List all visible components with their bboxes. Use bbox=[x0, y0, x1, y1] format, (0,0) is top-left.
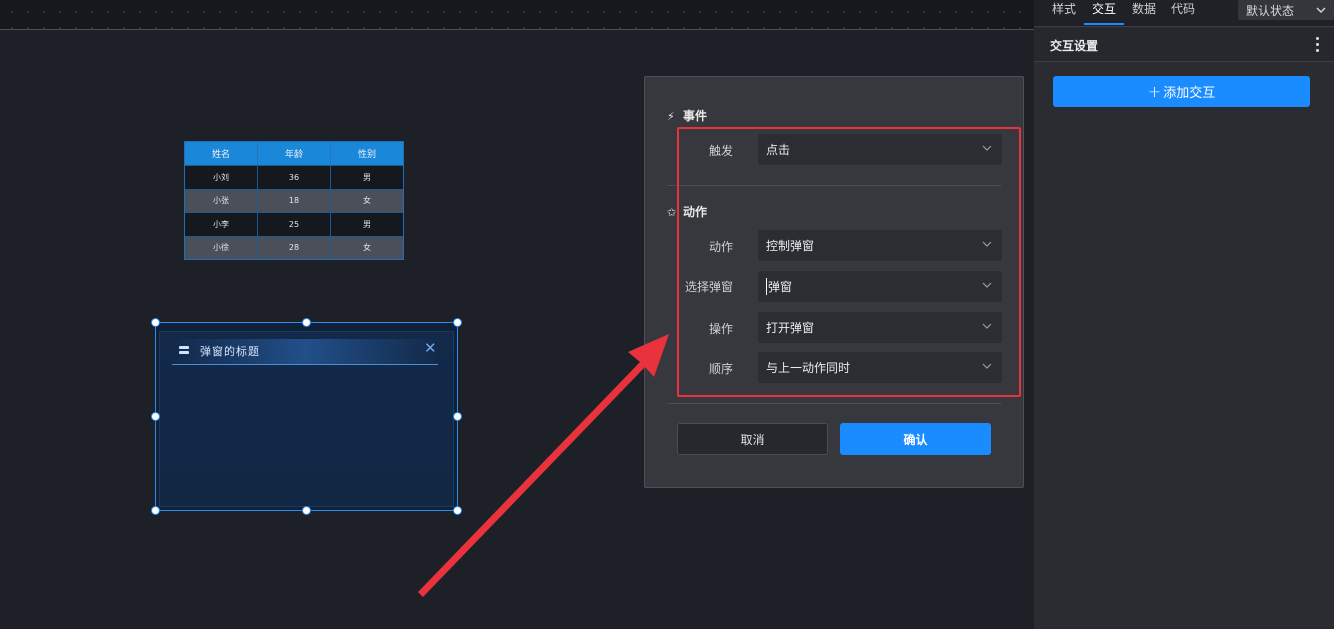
more-icon[interactable] bbox=[1316, 37, 1320, 53]
resize-handle-left[interactable] bbox=[151, 412, 160, 421]
canvas-popup-component[interactable]: 弹窗的标题 ✕ bbox=[155, 322, 458, 511]
active-tab-indicator bbox=[1084, 23, 1124, 25]
operation-select[interactable]: 打开弹窗 bbox=[758, 312, 1002, 343]
order-select[interactable]: 与上一动作同时 bbox=[758, 352, 1002, 383]
tab-interaction[interactable]: 交互 bbox=[1092, 0, 1116, 17]
table-cell: 男 bbox=[330, 213, 403, 236]
table-row: 小刘 36 男 bbox=[185, 165, 403, 189]
chevron-down-icon bbox=[982, 282, 992, 288]
operation-value: 打开弹窗 bbox=[766, 321, 815, 335]
table-cell: 小李 bbox=[213, 219, 229, 229]
table-cell: 小张 bbox=[213, 196, 229, 206]
interaction-modal: ⚡ 事件 触发 点击 ✩ 动作 动作 控制弹窗 选择弹窗 弹窗 操作 打开弹窗 顺序… bbox=[644, 76, 1024, 488]
table-cell: 18 bbox=[257, 189, 330, 212]
footer-divider bbox=[667, 403, 1001, 404]
table-cell: 小刘 bbox=[213, 172, 229, 182]
right-panel: 样式 交互 数据 代码 默认状态 交互设置 + 添加交互 bbox=[1034, 0, 1334, 629]
chevron-down-icon bbox=[982, 241, 992, 247]
trigger-select[interactable]: 点击 bbox=[758, 134, 1002, 165]
select-popup-label: 选择弹窗 bbox=[684, 280, 733, 294]
table-cell: 女 bbox=[330, 236, 403, 259]
canvas-ruler-strip bbox=[0, 0, 1034, 30]
table-row: 小张 18 女 bbox=[185, 188, 403, 212]
popup-title: 弹窗的标题 bbox=[200, 345, 260, 358]
chevron-down-icon bbox=[982, 363, 992, 369]
table-row: 小李 25 男 bbox=[185, 212, 403, 236]
table-cell: 36 bbox=[257, 166, 330, 189]
tab-style[interactable]: 样式 bbox=[1052, 0, 1076, 17]
action-select[interactable]: 控制弹窗 bbox=[758, 230, 1002, 261]
tab-data[interactable]: 数据 bbox=[1132, 0, 1156, 17]
action-section-label: 动作 bbox=[683, 205, 708, 219]
panel-tabs: 样式 交互 数据 代码 默认状态 bbox=[1034, 0, 1334, 27]
event-section-title: ⚡ 事件 bbox=[667, 107, 707, 124]
event-section-label: 事件 bbox=[683, 109, 708, 123]
resize-handle-top-right[interactable] bbox=[453, 318, 462, 327]
section-title: 交互设置 bbox=[1050, 39, 1099, 53]
table-cell: 28 bbox=[257, 236, 330, 259]
confirm-button[interactable]: 确认 bbox=[840, 423, 991, 455]
plus-icon: + bbox=[1147, 82, 1162, 101]
close-icon[interactable]: ✕ bbox=[424, 339, 437, 357]
action-section-title: ✩ 动作 bbox=[667, 203, 707, 220]
trigger-label: 触发 bbox=[708, 144, 733, 158]
table-header-cell: 性别 bbox=[330, 142, 403, 165]
table-header-cell: 姓名 bbox=[211, 150, 230, 160]
action-label: 动作 bbox=[708, 240, 733, 254]
table-header: 姓名 年龄 性别 bbox=[185, 142, 403, 165]
select-popup-value: 弹窗 bbox=[766, 278, 793, 295]
interaction-settings-header: 交互设置 bbox=[1034, 28, 1334, 62]
operation-label: 操作 bbox=[708, 322, 733, 336]
tab-code[interactable]: 代码 bbox=[1171, 0, 1195, 17]
cancel-button[interactable]: 取消 bbox=[677, 423, 828, 455]
canvas-table[interactable]: 姓名 年龄 性别 小刘 36 男 小张 18 女 小李 25 男 小徐 28 女 bbox=[184, 141, 404, 260]
resize-handle-top[interactable] bbox=[302, 318, 311, 327]
resize-handle-bottom-right[interactable] bbox=[453, 506, 462, 515]
order-value: 与上一动作同时 bbox=[766, 361, 851, 375]
table-cell: 25 bbox=[257, 213, 330, 236]
select-popup-select[interactable]: 弹窗 bbox=[758, 271, 1002, 302]
table-cell: 男 bbox=[330, 166, 403, 189]
chevron-down-icon bbox=[982, 145, 992, 151]
resize-handle-bottom[interactable] bbox=[302, 506, 311, 515]
chevron-down-icon bbox=[982, 323, 992, 329]
star-icon: ✩ bbox=[667, 206, 677, 219]
add-interaction-button[interactable]: + 添加交互 bbox=[1053, 76, 1310, 107]
lightning-icon: ⚡ bbox=[667, 110, 675, 123]
action-value: 控制弹窗 bbox=[766, 239, 815, 253]
section-divider bbox=[667, 185, 1001, 186]
state-dropdown-value: 默认状态 bbox=[1246, 3, 1295, 18]
resize-handle-bottom-left[interactable] bbox=[151, 506, 160, 515]
add-interaction-label: 添加交互 bbox=[1163, 86, 1216, 101]
state-dropdown[interactable]: 默认状态 bbox=[1238, 0, 1334, 20]
table-cell: 女 bbox=[330, 189, 403, 212]
trigger-value: 点击 bbox=[766, 143, 791, 157]
list-icon bbox=[179, 346, 189, 355]
chevron-down-icon bbox=[1316, 7, 1326, 13]
table-cell: 小徐 bbox=[213, 243, 229, 253]
table-header-cell: 年龄 bbox=[257, 142, 330, 165]
order-label: 顺序 bbox=[708, 362, 733, 376]
table-row: 小徐 28 女 bbox=[185, 235, 403, 259]
resize-handle-top-left[interactable] bbox=[151, 318, 160, 327]
resize-handle-right[interactable] bbox=[453, 412, 462, 421]
